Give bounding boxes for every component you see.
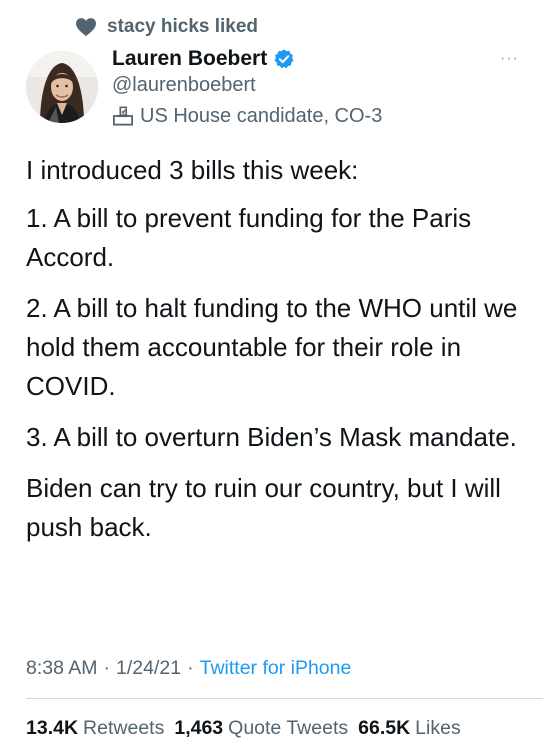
social-context[interactable]: stacy hicks liked [75, 14, 258, 40]
social-context-text: stacy hicks liked [107, 16, 259, 37]
tweet-paragraph: Biden can try to ruin our country, but I… [26, 473, 501, 542]
tweet-time[interactable]: 8:38 AM [26, 657, 98, 680]
more-options-button[interactable]: ··· [500, 50, 519, 68]
tweet-paragraph: 3. A bill to overturn Biden’s Mask manda… [26, 422, 517, 452]
likes-stat[interactable]: 66.5K Likes [358, 717, 461, 740]
heart-icon [76, 18, 96, 37]
meta-separator: · [187, 656, 194, 679]
avatar-image [26, 51, 98, 123]
tweet-paragraph: 1. A bill to prevent funding for the Par… [26, 203, 472, 272]
tweet-paragraph: I introduced 3 bills this week: [26, 155, 359, 185]
author-display-name[interactable]: Lauren Boebert [112, 47, 267, 71]
author-label-text: US House candidate, CO-3 [140, 104, 383, 127]
quote-tweets-count: 1,463 [174, 716, 224, 739]
tweet-text: I introduced 3 bills this week: 1. A bil… [26, 151, 526, 559]
tweet-date[interactable]: 1/24/21 [116, 657, 181, 680]
verified-badge-icon [274, 49, 294, 69]
tweet-source-link[interactable]: Twitter for iPhone [200, 657, 352, 680]
tweet-stats: 13.4K Retweets 1,463 Quote Tweets 66.5K … [26, 713, 471, 743]
author-label: US House candidate, CO-3 [112, 102, 382, 130]
divider [26, 698, 543, 699]
avatar[interactable] [26, 51, 98, 123]
quote-tweets-stat[interactable]: 1,463 Quote Tweets [174, 717, 348, 740]
likes-count: 66.5K [358, 716, 411, 739]
ballot-box-icon [113, 106, 133, 126]
quote-tweets-label: Quote Tweets [228, 716, 349, 739]
likes-label: Likes [415, 716, 461, 739]
tweet-meta: 8:38 AM · 1/24/21 · Twitter for iPhone [26, 654, 351, 682]
retweets-label: Retweets [83, 716, 165, 739]
author-name-row[interactable]: Lauren Boebert [112, 44, 295, 74]
author-handle[interactable]: @laurenboebert [112, 74, 256, 97]
retweets-stat[interactable]: 13.4K Retweets [26, 717, 164, 740]
tweet-paragraph: 2. A bill to halt funding to the WHO unt… [26, 293, 518, 401]
meta-separator: · [103, 656, 111, 679]
retweets-count: 13.4K [26, 716, 79, 739]
